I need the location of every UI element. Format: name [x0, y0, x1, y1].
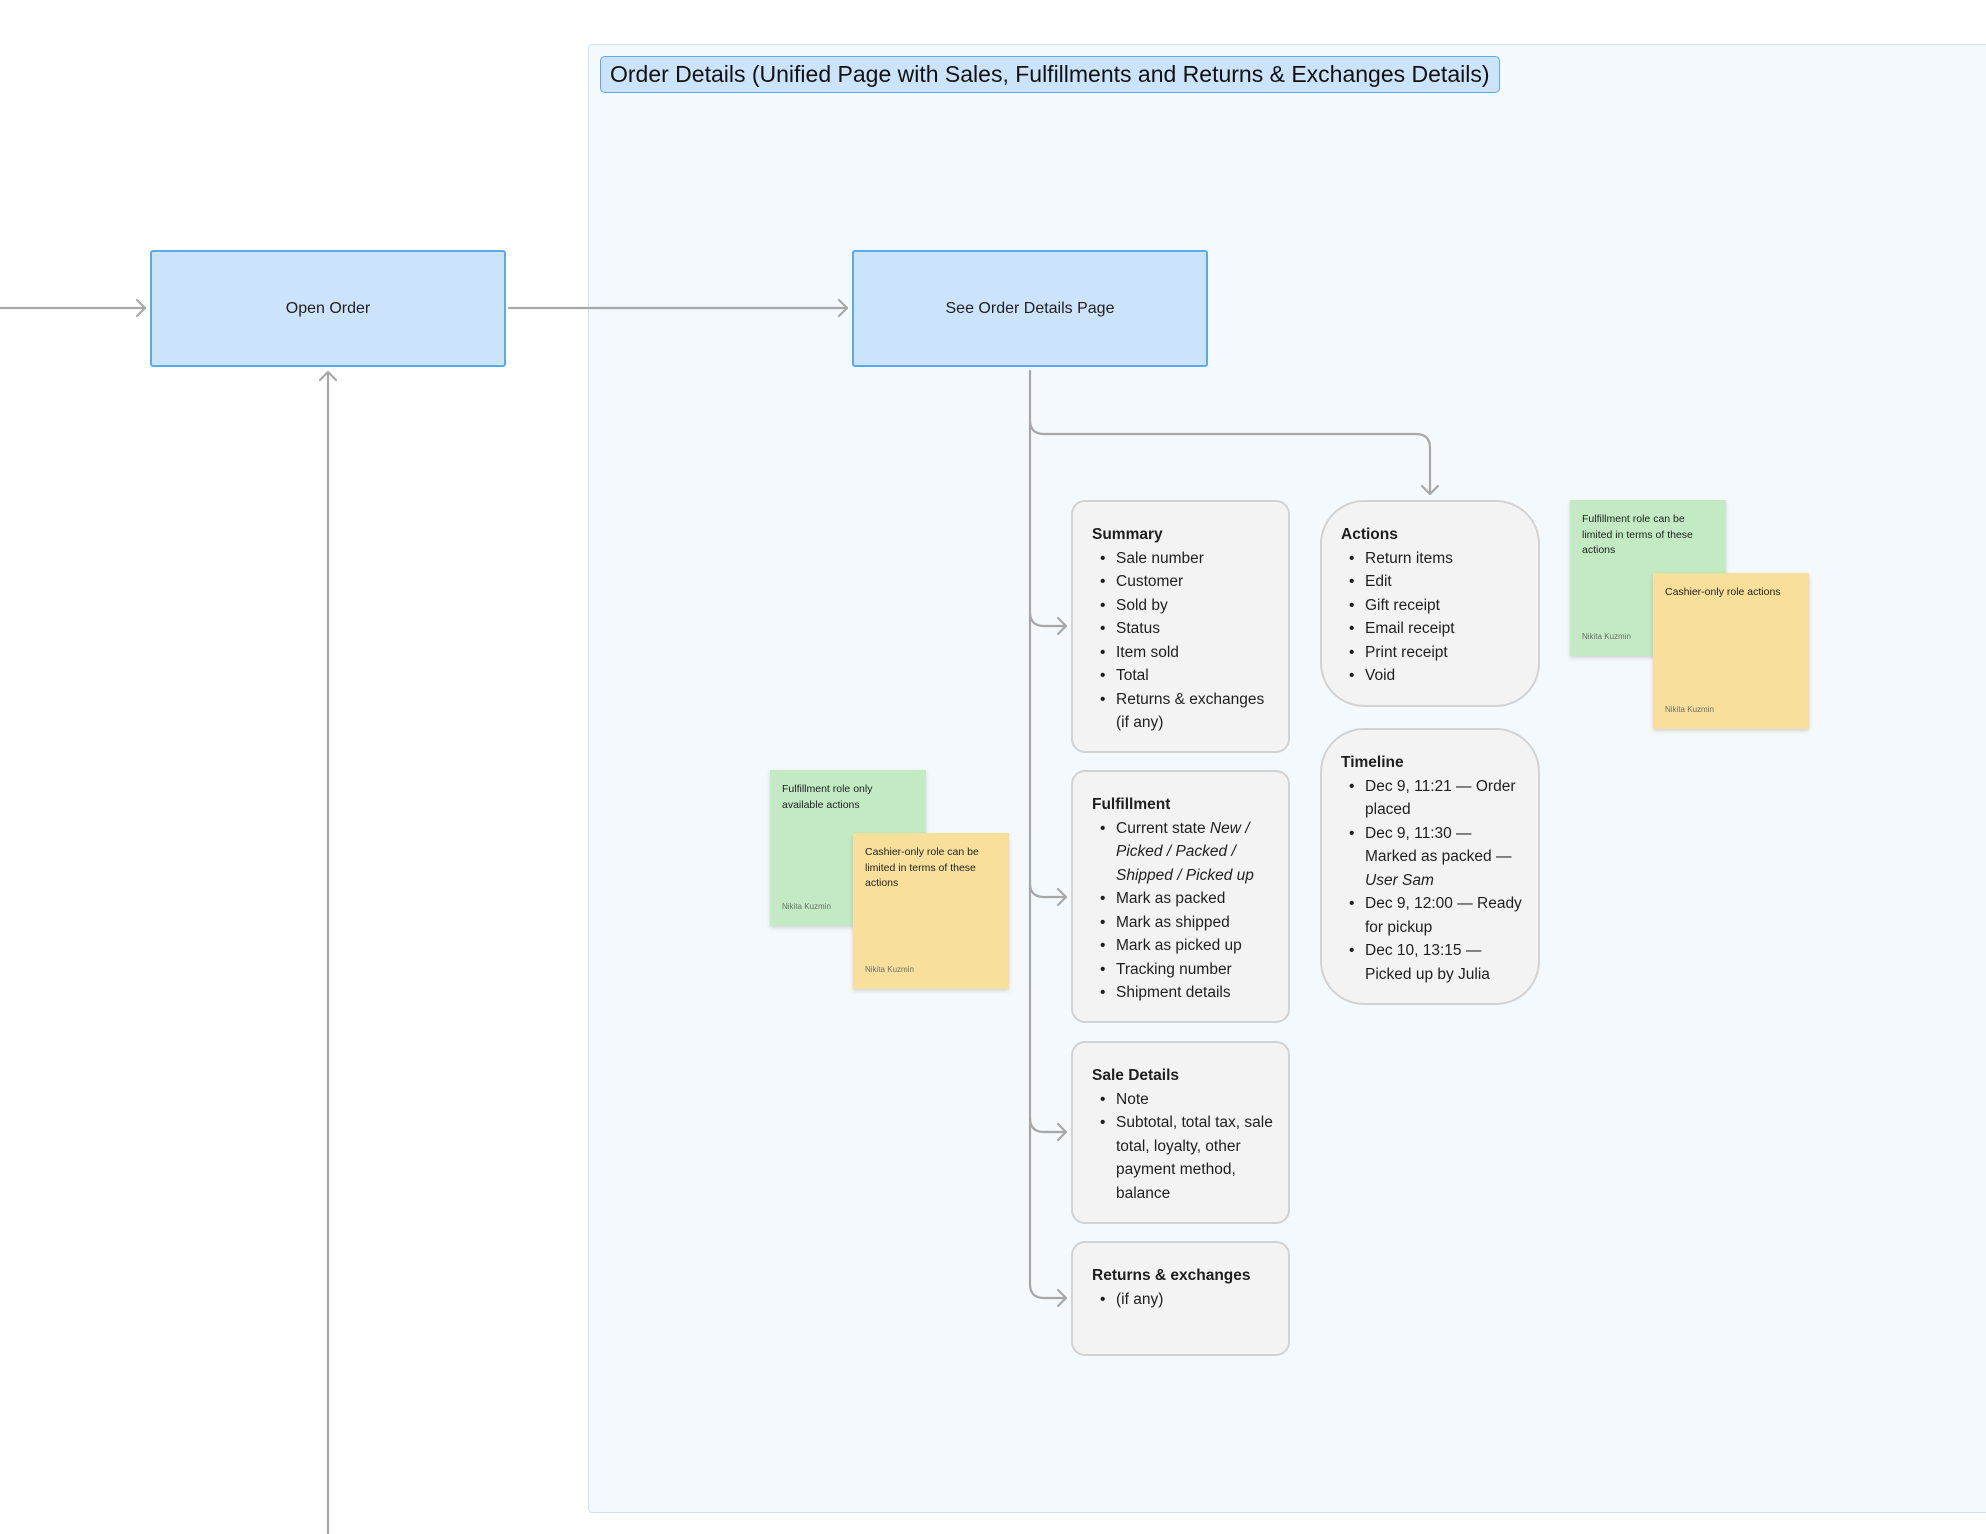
- actions-title: Actions: [1341, 526, 1398, 543]
- sticky-author: Nikita Kuzmin: [1582, 631, 1631, 641]
- actions-item: Return items: [1341, 547, 1524, 571]
- sale-details-item: Note: [1092, 1088, 1274, 1112]
- returns-item: (if any): [1092, 1288, 1274, 1312]
- open-order-node[interactable]: Open Order: [150, 250, 506, 367]
- summary-item: Returns & exchanges (if any): [1092, 688, 1274, 735]
- fulfillment-item: Mark as shipped: [1092, 911, 1274, 935]
- timeline-item-text: Dec 9, 11:30 — Marked as packed: [1365, 824, 1492, 866]
- actions-item: Email receipt: [1341, 617, 1524, 641]
- arrowhead-open-order-bottom: [318, 370, 338, 382]
- sticky-author: Nikita Kuzmin: [1665, 704, 1714, 714]
- sale-details-list: Note Subtotal, total tax, sale total, lo…: [1092, 1088, 1274, 1206]
- sticky-text: Fulfillment role only available actions: [782, 783, 873, 811]
- returns-list: (if any): [1092, 1288, 1274, 1312]
- fulfillment-item: Tracking number: [1092, 958, 1274, 982]
- summary-item: Sold by: [1092, 594, 1274, 618]
- arrowhead-open-order-left: [135, 298, 147, 318]
- sticky-author: Nikita Kuzmin: [865, 964, 914, 974]
- sale-details-title: Sale Details: [1092, 1067, 1180, 1084]
- fulfillment-item: Shipment details: [1092, 981, 1274, 1005]
- timeline-title: Timeline: [1341, 754, 1404, 771]
- actions-item: Gift receipt: [1341, 594, 1524, 618]
- summary-item: Total: [1092, 664, 1274, 688]
- actions-item: Print receipt: [1341, 641, 1524, 665]
- timeline-item-user: Dec 9, 11:30 — Marked as packed — User S…: [1341, 822, 1524, 893]
- timeline-item: Dec 9, 12:00 — Ready for pickup: [1341, 892, 1524, 939]
- returns-title: Returns & exchanges: [1092, 1267, 1251, 1284]
- fulfillment-current-state: Current state New / Picked / Packed / Sh…: [1092, 817, 1274, 888]
- section-title[interactable]: Order Details (Unified Page with Sales, …: [600, 56, 1500, 93]
- sale-details-item: Subtotal, total tax, sale total, loyalty…: [1092, 1111, 1274, 1205]
- summary-item: Item sold: [1092, 641, 1274, 665]
- sticky-note-cashier-limited[interactable]: Cashier-only role can be limited in term…: [853, 833, 1009, 989]
- current-state-prefix: Current state: [1116, 819, 1210, 837]
- fulfillment-item: Mark as packed: [1092, 887, 1274, 911]
- timeline-list: Dec 9, 11:21 — Order placed Dec 9, 11:30…: [1341, 775, 1524, 987]
- fulfillment-list: Current state New / Picked / Packed / Sh…: [1092, 817, 1274, 1005]
- returns-card[interactable]: Returns & exchanges (if any): [1071, 1241, 1290, 1356]
- see-order-details-label: See Order Details Page: [945, 299, 1115, 317]
- fulfillment-card[interactable]: Fulfillment Current state New / Picked /…: [1071, 770, 1290, 1023]
- sticky-text: Fulfillment role can be limited in terms…: [1582, 513, 1693, 556]
- timeline-user-prefix: —: [1495, 848, 1512, 865]
- actions-list: Return items Edit Gift receipt Email rec…: [1341, 547, 1524, 688]
- actions-item: Edit: [1341, 570, 1524, 594]
- open-order-label: Open Order: [285, 299, 371, 317]
- summary-list: Sale number Customer Sold by Status Item…: [1092, 547, 1274, 735]
- see-order-details-node[interactable]: See Order Details Page: [852, 250, 1208, 367]
- sticky-text: Cashier-only role actions: [1665, 586, 1781, 598]
- fulfillment-title: Fulfillment: [1092, 796, 1171, 813]
- timeline-card[interactable]: Timeline Dec 9, 11:21 — Order placed Dec…: [1320, 728, 1540, 1005]
- summary-title: Summary: [1092, 526, 1163, 543]
- summary-card[interactable]: Summary Sale number Customer Sold by Sta…: [1071, 500, 1290, 753]
- timeline-item: Dec 10, 13:15 — Picked up by Julia: [1341, 939, 1524, 986]
- actions-card[interactable]: Actions Return items Edit Gift receipt E…: [1320, 500, 1540, 707]
- summary-item: Customer: [1092, 570, 1274, 594]
- fulfillment-item: Mark as picked up: [1092, 934, 1274, 958]
- summary-item: Sale number: [1092, 547, 1274, 571]
- summary-item: Status: [1092, 617, 1274, 641]
- sticky-text: Cashier-only role can be limited in term…: [865, 846, 979, 889]
- timeline-item: Dec 9, 11:21 — Order placed: [1341, 775, 1524, 822]
- sticky-note-cashier-only[interactable]: Cashier-only role actions Nikita Kuzmin: [1653, 573, 1809, 729]
- sale-details-card[interactable]: Sale Details Note Subtotal, total tax, s…: [1071, 1041, 1290, 1224]
- timeline-user-name: User Sam: [1365, 871, 1434, 889]
- sticky-author: Nikita Kuzmin: [782, 901, 831, 911]
- actions-item: Void: [1341, 664, 1524, 688]
